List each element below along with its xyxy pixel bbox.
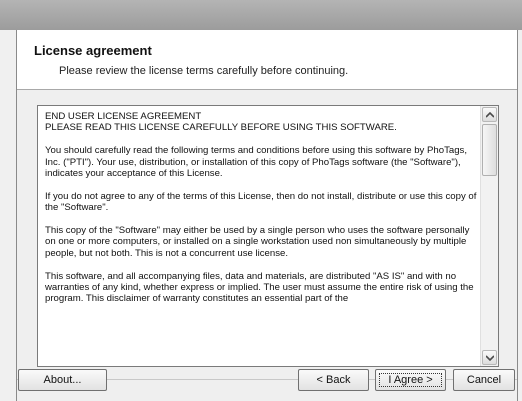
focus-rectangle xyxy=(379,373,442,387)
about-button[interactable]: About... xyxy=(18,369,107,391)
page-subtitle: Please review the license terms carefull… xyxy=(59,65,349,77)
license-paragraph: This software, and all accompanying file… xyxy=(45,270,474,305)
license-heading: END USER LICENSE AGREEMENT xyxy=(45,111,202,122)
title-bar xyxy=(0,0,522,30)
license-paragraph: This copy of the "Software" may either b… xyxy=(45,225,470,259)
cancel-button[interactable]: Cancel xyxy=(453,369,515,391)
license-scrollbar[interactable] xyxy=(480,106,498,366)
header-panel: License agreement Please review the lice… xyxy=(17,30,517,90)
license-dialog: License agreement Please review the lice… xyxy=(16,30,518,401)
scroll-thumb[interactable] xyxy=(482,124,497,176)
page-title: License agreement xyxy=(34,43,152,58)
chevron-down-icon xyxy=(486,355,494,361)
scroll-down-button[interactable] xyxy=(482,350,497,365)
chevron-up-icon xyxy=(486,112,494,118)
license-warning: PLEASE READ THIS LICENSE CAREFULLY BEFOR… xyxy=(45,122,397,134)
back-button[interactable]: < Back xyxy=(298,369,369,391)
license-paragraph: If you do not agree to any of the terms … xyxy=(45,190,477,214)
scroll-up-button[interactable] xyxy=(482,107,497,122)
license-paragraph: You should carefully read the following … xyxy=(45,145,468,180)
installer-frame: License agreement Please review the lice… xyxy=(0,0,522,401)
agree-button[interactable]: I Agree > xyxy=(375,369,446,391)
license-text: END USER LICENSE AGREEMENT PLEASE READ T… xyxy=(45,111,479,361)
license-text-box[interactable]: END USER LICENSE AGREEMENT PLEASE READ T… xyxy=(37,105,499,367)
